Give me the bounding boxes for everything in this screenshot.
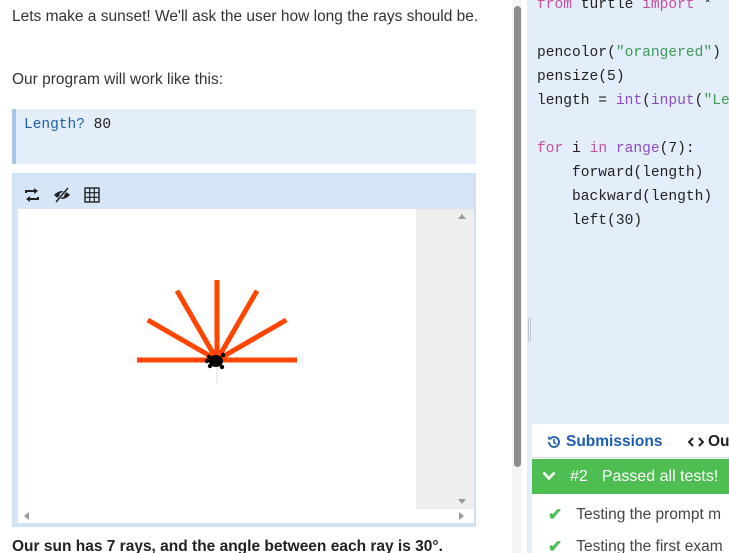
- submission-status: Passed all tests!: [601, 467, 719, 485]
- results-pane: #2 Passed all tests! ✔ Testing the promp…: [532, 458, 729, 553]
- code-line[interactable]: pencolor("orangered"): [537, 41, 729, 65]
- tab-output-label: Out: [708, 433, 729, 450]
- grid-icon[interactable]: [81, 184, 103, 206]
- check-icon: ✔: [548, 505, 563, 524]
- code-line[interactable]: from turtle import *: [537, 0, 729, 17]
- code-line[interactable]: [537, 17, 729, 41]
- code-line[interactable]: pensize(5): [537, 65, 729, 89]
- test-item-label: Testing the first exam: [576, 538, 723, 553]
- turtle-toolbar: [21, 182, 103, 208]
- canvas-vertical-scrollbar[interactable]: [416, 209, 474, 509]
- program-works-text: Our program will work like this:: [12, 71, 224, 88]
- example-answer: 80: [93, 117, 112, 133]
- code-line[interactable]: backward(length): [537, 185, 729, 209]
- page-scrollbar-thumb[interactable]: [514, 6, 521, 467]
- tab-submissions-label: Submissions: [566, 433, 663, 450]
- tab-submissions[interactable]: Submissions: [546, 433, 663, 460]
- canvas-horizontal-scrollbar[interactable]: [18, 509, 474, 523]
- code-line[interactable]: left(30): [537, 209, 729, 233]
- code-editor-column: from turtle import * pencolor("orangered"…: [527, 0, 729, 553]
- code-brackets-icon: [688, 437, 704, 447]
- test-item[interactable]: ✔ Testing the first exam: [548, 537, 723, 553]
- history-icon: [548, 436, 560, 448]
- test-item-label: Testing the prompt m: [576, 506, 721, 523]
- code-line[interactable]: length = int(input("Le: [537, 89, 729, 113]
- turtle-output-panel: [12, 173, 476, 527]
- turtle-icon: [204, 352, 226, 370]
- example-prompt: Length?: [24, 117, 94, 133]
- code-editor[interactable]: from turtle import * pencolor("orangered"…: [537, 0, 729, 233]
- results-tabs: Submissions Out: [532, 424, 729, 460]
- intro-text: Lets make a sunset! We'll ask the user h…: [12, 8, 479, 25]
- tab-output[interactable]: Out: [688, 433, 729, 451]
- chevron-down-icon: [542, 468, 556, 486]
- scroll-right-arrow-icon[interactable]: [459, 512, 464, 520]
- page-scrollbar[interactable]: [512, 0, 522, 553]
- turtle-canvas: [18, 209, 416, 509]
- code-line[interactable]: for i in range(7):: [537, 137, 729, 161]
- pane-splitter-handle[interactable]: [528, 318, 531, 342]
- code-line[interactable]: forward(length): [537, 161, 729, 185]
- eye-slash-icon[interactable]: [51, 184, 73, 206]
- test-item[interactable]: ✔ Testing the prompt m: [548, 505, 721, 525]
- scroll-up-arrow-icon[interactable]: [458, 214, 466, 219]
- repeat-icon[interactable]: [21, 184, 43, 206]
- sun-note-text: Our sun has 7 rays, and the angle betwee…: [12, 538, 443, 553]
- code-line[interactable]: [537, 113, 729, 137]
- submission-status-bar[interactable]: #2 Passed all tests!: [532, 459, 729, 494]
- instructions-column: Lets make a sunset! We'll ask the user h…: [0, 0, 512, 553]
- example-output-box: Length? 80: [12, 109, 476, 164]
- submission-number: #2: [570, 467, 588, 485]
- scroll-down-arrow-icon[interactable]: [458, 499, 466, 504]
- scroll-left-arrow-icon[interactable]: [24, 512, 29, 520]
- check-icon: ✔: [548, 537, 563, 553]
- sunset-drawing: [137, 280, 297, 384]
